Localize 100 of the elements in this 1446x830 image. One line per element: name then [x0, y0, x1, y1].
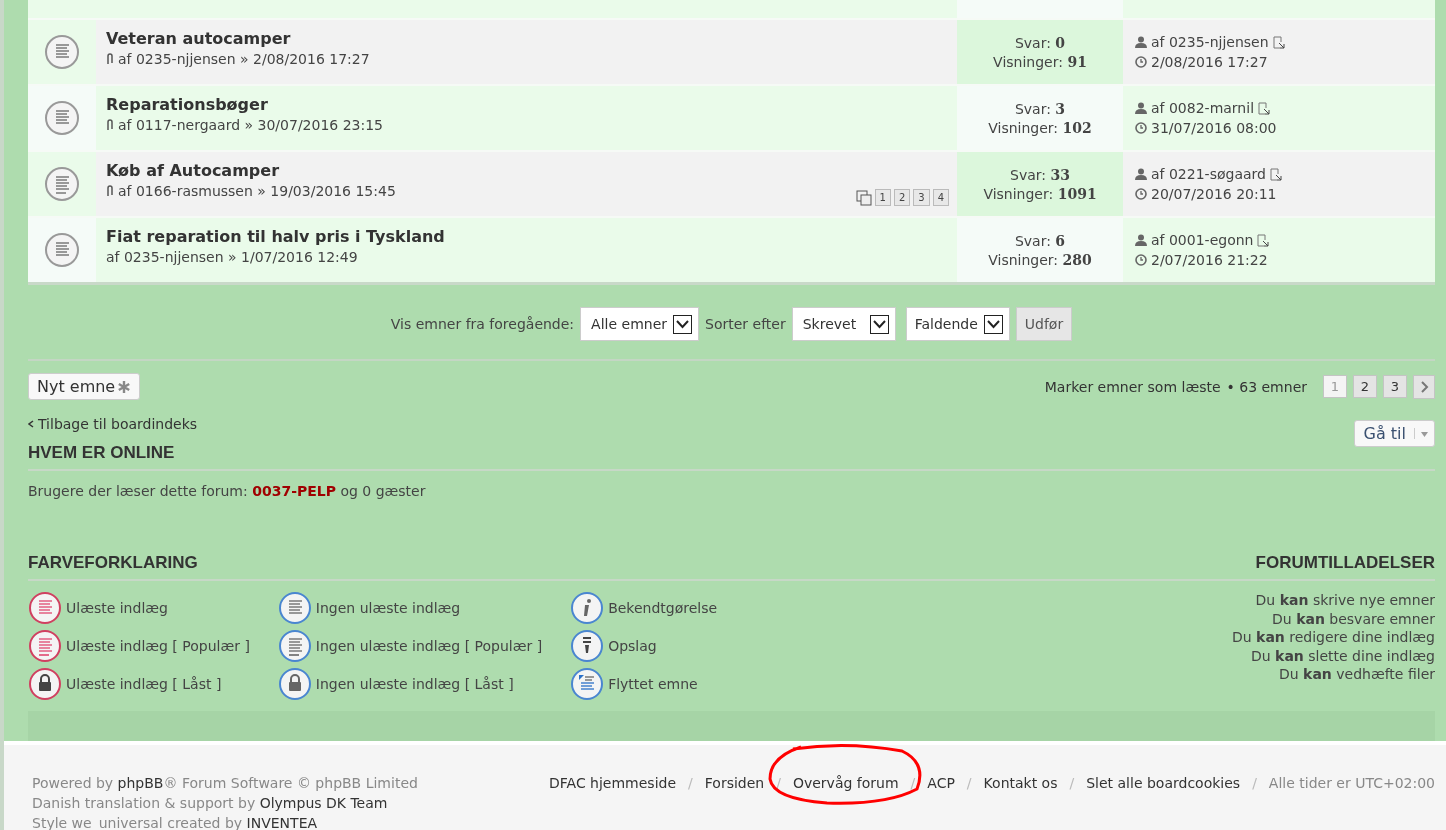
view-count: Visninger: 102 [988, 119, 1092, 136]
last-post-date: 2/07/2016 21:22 [1135, 252, 1423, 268]
days-select[interactable]: Alle emner [580, 307, 699, 341]
jump-button[interactable]: Gå til [1353, 420, 1435, 447]
submit-button[interactable]: Udfør [1015, 307, 1073, 341]
topic-author: af 0117-nergaard » 30/07/2016 23:15 [106, 117, 947, 133]
user-icon [1135, 102, 1147, 114]
timezone-text: Alle tider er UTC+02:00 [1268, 775, 1435, 791]
legend-label: Ulæste indlæg [66, 600, 168, 616]
permission-text: Du kan skrive nye emner [1255, 591, 1435, 610]
user-icon [1135, 168, 1147, 180]
footer-link[interactable]: Overvåg forum [792, 775, 899, 791]
topic-icon [44, 100, 80, 136]
page-link[interactable]: 3 [1383, 375, 1407, 398]
topic-icon [277, 591, 312, 625]
page-link[interactable]: 1 [874, 189, 891, 206]
user-icon [1135, 36, 1147, 48]
new-topic-button[interactable]: Nyt emne [28, 373, 141, 400]
last-post-author: af 0001-egonn [1135, 232, 1423, 248]
next-page-icon[interactable] [1413, 374, 1435, 399]
separator: / [1069, 775, 1075, 791]
credit-text: Powered by phpBB® Forum Software © phpBB Limited [32, 775, 418, 791]
legend-label: Flyttet emne [608, 676, 698, 692]
back-icon [28, 420, 34, 428]
separator: / [966, 775, 972, 791]
topic-author: af 0235-njjensen » 1/07/2016 12:49 [106, 249, 359, 265]
go-to-post-icon[interactable] [1257, 233, 1270, 247]
legend-label: Ulæste indlæg [ Populær ] [66, 638, 250, 654]
mark-read-link[interactable]: Marker emner som læste [1044, 378, 1221, 395]
topic-icon [28, 591, 62, 625]
caret-icon [983, 314, 1003, 334]
permission-text: Du kan redigere dine indlæg [1231, 628, 1435, 647]
permission-text: Du kan besvare emner [1272, 609, 1435, 628]
go-to-post-icon[interactable] [1272, 35, 1285, 49]
topic-icon [44, 232, 80, 268]
permission-text: Du kan vedhæfte filer [1279, 665, 1435, 684]
user-icon [1135, 234, 1147, 246]
legend-label: Ulæste indlæg [ Låst ] [66, 676, 222, 692]
last-post-date: 31/07/2016 08:00 [1135, 120, 1423, 136]
last-post-date: 20/07/2016 20:11 [1135, 186, 1423, 202]
online-users-text: Brugere der læser dette forum: 0037-PELP og 0 gæster [28, 483, 427, 499]
legend-label: Opslag [608, 638, 657, 654]
section-title: FARVEFORKLARING [28, 553, 199, 574]
topic-title[interactable]: Køb af Autocamper [106, 161, 947, 180]
credit-link[interactable]: INVENTEA [246, 815, 318, 830]
clock-icon [1135, 56, 1147, 68]
footer-link[interactable]: Kontakt os [983, 775, 1058, 791]
last-post-author: af 0082-marnil [1135, 100, 1423, 116]
footer-link[interactable]: Slet alle boardcookies [1086, 775, 1241, 791]
hot-topic-icon [277, 629, 312, 663]
footer-link[interactable]: DFAC hjemmeside [549, 775, 677, 791]
order-select[interactable]: Faldende [905, 307, 1010, 341]
view-count: Visninger: 1091 [983, 185, 1097, 202]
credit-text: Style we_universal created by INVENTEA [32, 815, 319, 830]
topic-title[interactable]: Fiat reparation til halv pris i Tyskland [106, 227, 947, 246]
back-link[interactable]: Tilbage til boardindeks [28, 416, 198, 432]
clock-icon [1135, 188, 1147, 200]
last-post-author: af 0221-søgaard [1135, 166, 1423, 182]
hot-topic-icon [28, 629, 62, 663]
clock-icon [1135, 254, 1147, 266]
reply-count: Svar: 6 [1014, 232, 1066, 249]
topic-title[interactable]: Reparationsbøger [106, 95, 947, 114]
go-to-post-icon[interactable] [1258, 101, 1271, 115]
view-count: Visninger: 91 [993, 53, 1087, 70]
credit-text: Danish translation & support by Olympus DK Team [32, 795, 389, 811]
page-link[interactable]: 3 [913, 189, 930, 206]
reply-count: Svar: 3 [1014, 100, 1066, 117]
legend-label: Ingen ulæste indlæg [ Populær ] [315, 638, 543, 654]
separator: / [776, 775, 781, 791]
view-count: Visninger: 280 [988, 251, 1092, 268]
footer-link[interactable]: ACP [927, 775, 955, 791]
caret-icon [1421, 432, 1428, 437]
separator: / [910, 775, 916, 791]
go-to-post-icon[interactable] [1269, 167, 1282, 181]
section-title: FORUMTILLADELSER [1255, 553, 1435, 574]
legend-label: Bekendtgørelse [608, 600, 718, 616]
topic-count: • 63 emner [1226, 378, 1307, 395]
page-link[interactable]: 4 [932, 189, 949, 206]
pages-icon [855, 189, 872, 206]
caret-icon [869, 314, 889, 334]
page-link[interactable]: 2 [893, 189, 911, 206]
page-link[interactable]: 2 [1353, 375, 1377, 398]
paperclip-icon [106, 184, 114, 198]
separator: / [688, 775, 693, 791]
asterisk-icon [117, 379, 132, 394]
credit-link[interactable]: Olympus DK Team [259, 795, 388, 811]
last-post-author: af 0235-njjensen [1135, 34, 1423, 50]
credit-link[interactable]: phpBB [117, 775, 164, 791]
lock-icon [277, 667, 312, 701]
sort-select[interactable]: Skrevet [791, 307, 896, 341]
paperclip-icon [106, 52, 114, 66]
sort-label: Sorter efter [705, 316, 786, 332]
topic-author: af 0235-njjensen » 2/08/2016 17:27 [106, 51, 947, 67]
footer-link[interactable]: Forsiden [704, 775, 765, 791]
lock-icon [28, 667, 62, 701]
moved-topic-icon [570, 667, 605, 701]
caret-icon [673, 314, 692, 334]
legend-label: Ingen ulæste indlæg [315, 600, 461, 616]
topic-title[interactable]: Veteran autocamper [106, 29, 947, 48]
reply-count: Svar: 0 [1014, 34, 1066, 51]
